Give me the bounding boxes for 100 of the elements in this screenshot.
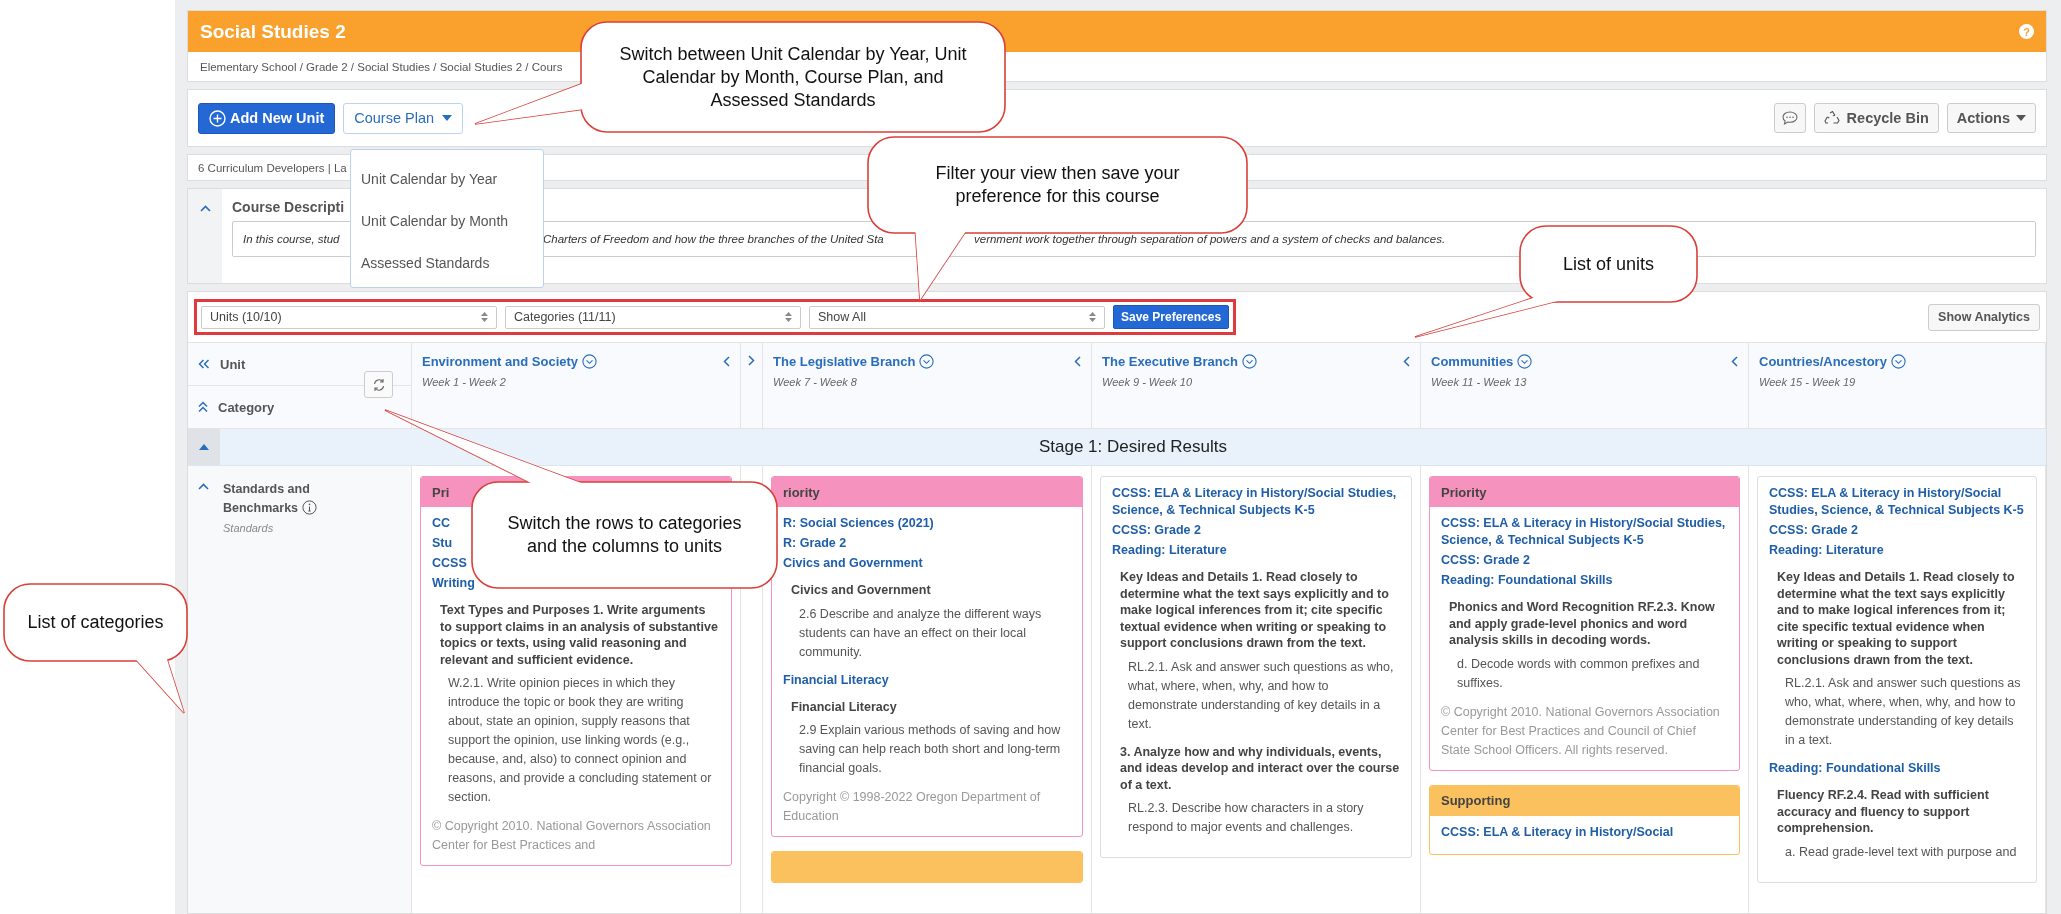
description-text: In this course, stud bbox=[243, 233, 341, 245]
recycle-icon bbox=[1823, 110, 1841, 126]
standard-heading: Key Ideas and Details 1. Read closely to determine what the text says explicitly and to make logical inferences from it; cite specific textual evidence when writing or speaking to support conclusions drawn from the text. bbox=[1777, 569, 2016, 668]
standard-text: a. Read grade-level text with purpose and bbox=[1785, 843, 2017, 861]
category-subtitle: Standards bbox=[223, 522, 275, 534]
standard-text: d. Decode words with common prefixes and suffixes. bbox=[1457, 655, 1701, 692]
unit-weeks: Week 11 - Week 13 bbox=[1431, 376, 1528, 388]
category-label: Category bbox=[218, 399, 275, 415]
standard-text: RL.2.1. Ask and answer such questions as who, what, where, when, why, and how to demonstrate understanding of key details in a text. bbox=[1785, 675, 2022, 749]
standard-text: RL.2.3. Describe how characters in a story respond to major events and challenges. bbox=[1128, 800, 1365, 836]
standard-text: 2.9 Explain various methods of saving and how saving can help reach both short and long-term financial goals. bbox=[799, 722, 1062, 777]
actions-button[interactable]: Actions bbox=[1946, 103, 2036, 133]
standard-link[interactable]: R: Social Sciences (2021) bbox=[783, 515, 934, 532]
standard-link[interactable]: Stu bbox=[432, 535, 453, 552]
view-dropdown[interactable]: Course Plan bbox=[343, 102, 464, 134]
unit-weeks: Week 1 - Week 2 bbox=[422, 376, 507, 388]
chevron-right-icon[interactable] bbox=[748, 355, 755, 366]
double-chevron-left-icon[interactable] bbox=[198, 359, 210, 369]
standard-link[interactable]: CC bbox=[432, 515, 451, 532]
standard-link[interactable]: CCSS: ELA & Literacy in History/Social bbox=[1441, 823, 1674, 841]
tier-label: Pri bbox=[432, 484, 450, 500]
standard-link[interactable]: Reading: Foundational Skills bbox=[1769, 760, 1941, 777]
chevron-down-circle-icon[interactable] bbox=[1241, 353, 1257, 369]
section-title: Course Descripti bbox=[232, 199, 346, 215]
callout-text: List of categories bbox=[27, 611, 164, 634]
tier-label: riority bbox=[783, 484, 820, 500]
standard-link[interactable]: Reading: Foundational Skills bbox=[1441, 572, 1613, 589]
refresh-icon bbox=[371, 377, 386, 392]
standard-text: RL.2.1. Ask and answer such questions as who, what, where, when, why, and how to demonstrate understanding of key details in a text. bbox=[1128, 658, 1395, 733]
callout-text: Switch the rows to categories and the columns to units bbox=[506, 512, 743, 558]
chevron-up-icon[interactable] bbox=[198, 483, 209, 490]
callout-text: Switch between Unit Calendar by Year, Unit Calendar by Month, Course Plan, and Assessed Standards bbox=[618, 42, 968, 112]
menu-item[interactable]: Assessed Standards bbox=[351, 242, 543, 284]
filter-select[interactable]: Show All bbox=[809, 305, 1105, 329]
standard-heading: Phonics and Word Recognition RF.2.3. Know and apply grade-level phonics and word analysis skills in decoding words. bbox=[1449, 599, 1716, 649]
standard-link[interactable]: CCSS bbox=[432, 555, 467, 572]
unit-weeks: Week 7 - Week 8 bbox=[773, 376, 858, 388]
tier-label: Supporting bbox=[1441, 793, 1511, 808]
unit-weeks: Week 15 - Week 19 bbox=[1759, 376, 1857, 388]
standard-link[interactable]: CCSS: Grade 2 bbox=[1769, 522, 1858, 539]
breadcrumb[interactable]: Elementary School / Grade 2 / Social Studies / Social Studies 2 / Cours bbox=[200, 60, 563, 73]
copyright-text: © Copyright 2010. National Governors Association Center for Best Practices and Council of Chief State School Officers. All rights reserved. bbox=[1441, 703, 1721, 759]
up-down-icon bbox=[1089, 312, 1096, 322]
caret-icon bbox=[442, 115, 453, 121]
unit-title-link[interactable]: The Executive Branch bbox=[1102, 353, 1238, 369]
course-title: Social Studies 2 bbox=[200, 20, 347, 43]
description-text: vernment work together through separation of powers and a system of checks and balances. bbox=[974, 233, 1446, 245]
unit-weeks: Week 9 - Week 10 bbox=[1102, 376, 1194, 388]
standard-link[interactable]: CCSS: ELA & Literacy in History/Social Studies, Science, & Technical Subjects K-5 bbox=[1112, 485, 1400, 519]
standard-link[interactable]: Financial Literacy bbox=[783, 671, 889, 689]
unit-title-link[interactable]: Environment and Society bbox=[422, 353, 579, 369]
description-text: Charters of Freedom and how the three branches of the United Sta bbox=[543, 233, 885, 245]
unit-label: Unit bbox=[220, 356, 246, 372]
unit-title-link[interactable]: The Legislative Branch bbox=[773, 353, 916, 369]
filter-select[interactable]: Units (10/10) bbox=[201, 305, 497, 329]
chevron-down-circle-icon[interactable] bbox=[919, 353, 935, 369]
standard-link[interactable]: CCSS: ELA & Literacy in History/Social Studies, Science, & Technical Subjects K-5 bbox=[1441, 515, 1728, 549]
standard-link[interactable]: Reading: Literature bbox=[1769, 542, 1884, 559]
copyright-text: Copyright © 1998-2022 Oregon Department of Education bbox=[783, 789, 1042, 825]
show-analytics-button[interactable]: Show Analytics bbox=[1928, 303, 2040, 331]
info-icon[interactable] bbox=[302, 500, 318, 515]
chevron-up-icon[interactable] bbox=[199, 205, 211, 212]
standard-heading: Key Ideas and Details 1. Read closely to determine what the text says explicitly and to make logical inferences from it; cite specific textual evidence when writing or speaking to support conclusions drawn from the text. bbox=[1120, 569, 1390, 652]
standard-link[interactable]: Writing bbox=[432, 575, 475, 592]
chevron-left-icon[interactable] bbox=[1074, 355, 1081, 367]
standard-link[interactable]: R: Grade 2 bbox=[783, 535, 847, 552]
standard-link[interactable]: Reading: Literature bbox=[1112, 542, 1227, 559]
save-preferences-button[interactable]: Save Preferences bbox=[1113, 305, 1230, 329]
chevron-down-circle-icon[interactable] bbox=[1517, 353, 1533, 369]
chevron-down-circle-icon[interactable] bbox=[1890, 353, 1906, 369]
filter-select[interactable]: Categories (11/11) bbox=[505, 305, 801, 329]
callout-text: Filter your view then save your preference for this course bbox=[934, 162, 1181, 208]
copyright-text: © Copyright 2010. National Governors Association Center for Best Practices and bbox=[432, 818, 712, 854]
caret-icon bbox=[2016, 115, 2026, 121]
add-unit-button[interactable]: Add New Unit bbox=[198, 102, 336, 134]
chevron-left-icon[interactable] bbox=[1403, 355, 1410, 367]
menu-item[interactable]: Unit Calendar by Month bbox=[351, 200, 543, 242]
standard-link[interactable]: CCSS: ELA & Literacy in History/Social Studies, Science, & Technical Subjects K-5 bbox=[1769, 485, 2025, 519]
chevron-left-icon[interactable] bbox=[723, 355, 730, 367]
speech-bubble-icon bbox=[1780, 110, 1799, 126]
swap-button[interactable] bbox=[364, 371, 393, 398]
up-down-icon bbox=[481, 312, 488, 322]
developers-info: 6 Curriculum Developers | La bbox=[198, 161, 347, 174]
standard-link[interactable]: CCSS: Grade 2 bbox=[1112, 522, 1201, 539]
double-chevron-up-icon[interactable] bbox=[198, 401, 208, 413]
chevron-left-icon[interactable] bbox=[1731, 355, 1738, 367]
standard-link[interactable]: CCSS: Grade 2 bbox=[1441, 552, 1530, 569]
recycle-bin-button[interactable]: Recycle Bin bbox=[1813, 103, 1939, 133]
menu-item[interactable]: Unit Calendar by Year bbox=[351, 158, 543, 200]
unit-title-link[interactable]: Countries/Ancestory bbox=[1759, 353, 1887, 369]
unit-title-link[interactable]: Communities bbox=[1431, 353, 1514, 369]
collapse-stage-button[interactable] bbox=[188, 429, 220, 465]
callout-text: List of units bbox=[1562, 252, 1654, 276]
chevron-down-circle-icon[interactable] bbox=[582, 353, 598, 369]
comment-button[interactable] bbox=[1773, 103, 1806, 133]
standard-text: 2.6 Describe and analyze the different ways students can have an effect on their local community. bbox=[799, 605, 1043, 661]
standard-link[interactable]: Civics and Government bbox=[783, 555, 923, 572]
triangle-up-icon bbox=[199, 444, 209, 450]
standard-heading: Text Types and Purposes 1. Write arguments to support claims in an analysis of substantive topics or texts, using valid reasoning and relevant and sufficient evidence. bbox=[440, 602, 719, 668]
standard-heading: Fluency RF.2.4. Read with sufficient accuracy and fluency to support comprehension. bbox=[1777, 787, 1990, 837]
